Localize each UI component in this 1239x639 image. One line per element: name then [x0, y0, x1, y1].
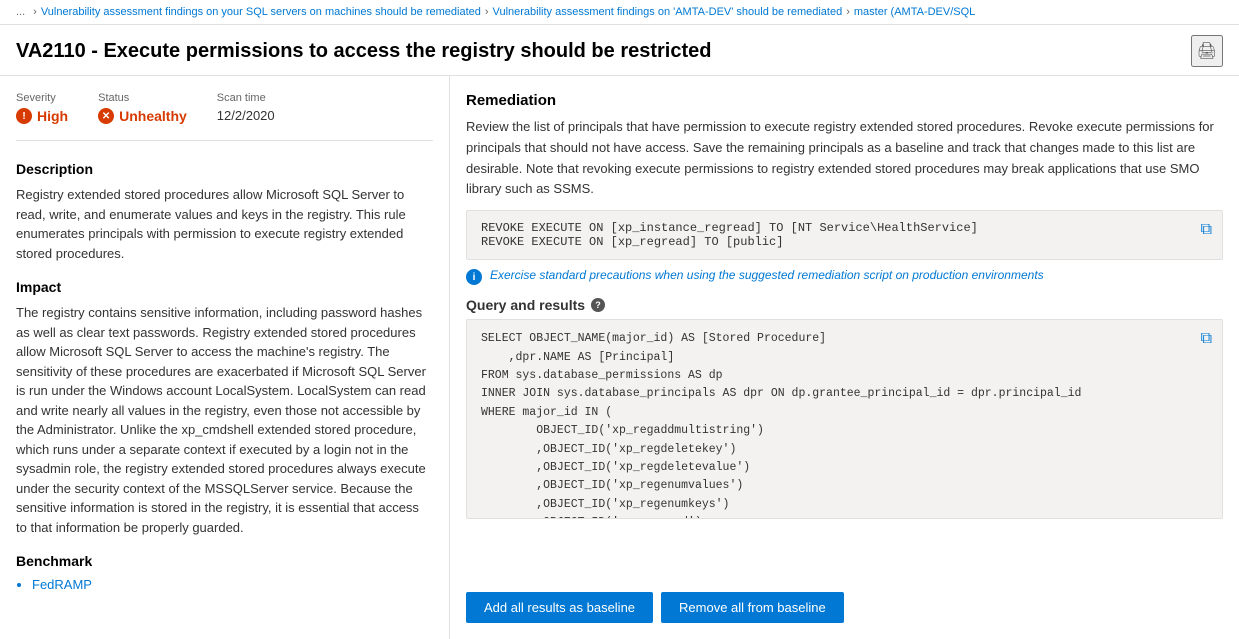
breadcrumb-item-1[interactable]: Vulnerability assessment findings on you… [41, 6, 481, 18]
benchmark-list: FedRAMP [16, 577, 433, 592]
severity-item: Severity ! High [16, 92, 68, 124]
status-icon: ✕ [98, 108, 114, 124]
breadcrumb-separator: › [33, 6, 37, 18]
query-code-block[interactable]: SELECT OBJECT_NAME(major_id) AS [Stored … [466, 319, 1223, 519]
remediation-text: Review the list of principals that have … [466, 117, 1223, 200]
add-baseline-button[interactable]: Add all results as baseline [466, 592, 653, 623]
benchmark-title: Benchmark [16, 553, 433, 569]
scan-time-value: 12/2/2020 [217, 108, 275, 123]
copy-remediation-button[interactable]: ⧉ [1199, 219, 1214, 241]
benchmark-item[interactable]: FedRAMP [32, 577, 433, 592]
breadcrumb-ellipsis[interactable]: ... [16, 6, 25, 18]
page-title: VA2110 - Execute permissions to access t… [16, 40, 1191, 63]
remediation-code: REVOKE EXECUTE ON [xp_instance_regread] … [481, 221, 1208, 249]
print-button[interactable]: 🖨 [1191, 35, 1223, 67]
button-row: Add all results as baseline Remove all f… [466, 592, 1223, 623]
remediation-section: Remediation Review the list of principal… [466, 92, 1223, 285]
query-code: SELECT OBJECT_NAME(major_id) AS [Stored … [481, 330, 1208, 519]
breadcrumb: ... › Vulnerability assessment findings … [0, 0, 1239, 25]
query-info-icon[interactable]: ? [591, 298, 605, 312]
severity-icon: ! [16, 108, 32, 124]
severity-label: Severity [16, 92, 68, 104]
status-item: Status ✕ Unhealthy [98, 92, 187, 124]
info-text: Exercise standard precautions when using… [490, 268, 1044, 282]
breadcrumb-item-3[interactable]: master (AMTA-DEV/SQL [854, 6, 975, 18]
left-panel: Severity ! High Status ✕ Unhealthy Scan … [0, 76, 450, 639]
query-title: Query and results ? [466, 297, 1223, 313]
scan-time-label: Scan time [217, 92, 275, 104]
code-line-2: REVOKE EXECUTE ON [xp_regread] TO [publi… [481, 235, 1172, 249]
impact-title: Impact [16, 279, 433, 295]
query-section: Query and results ? SELECT OBJECT_NAME(m… [466, 297, 1223, 570]
status-value: ✕ Unhealthy [98, 108, 187, 124]
description-title: Description [16, 161, 433, 177]
copy-query-button[interactable]: ⧉ [1199, 328, 1214, 350]
remediation-info-banner: i Exercise standard precautions when usi… [466, 268, 1223, 285]
right-panel: Remediation Review the list of principal… [450, 76, 1239, 639]
scan-time-item: Scan time 12/2/2020 [217, 92, 275, 124]
severity-value: ! High [16, 108, 68, 124]
code-line-1: REVOKE EXECUTE ON [xp_instance_regread] … [481, 221, 1172, 235]
info-icon: i [466, 269, 482, 285]
breadcrumb-item-2[interactable]: Vulnerability assessment findings on 'AM… [493, 6, 843, 18]
description-text: Registry extended stored procedures allo… [16, 185, 433, 263]
status-label: Status [98, 92, 187, 104]
content-area: Severity ! High Status ✕ Unhealthy Scan … [0, 76, 1239, 639]
meta-row: Severity ! High Status ✕ Unhealthy Scan … [16, 92, 433, 141]
remediation-title: Remediation [466, 92, 1223, 109]
impact-text: The registry contains sensitive informat… [16, 303, 433, 537]
remove-baseline-button[interactable]: Remove all from baseline [661, 592, 844, 623]
remediation-code-block: REVOKE EXECUTE ON [xp_instance_regread] … [466, 210, 1223, 260]
title-bar: VA2110 - Execute permissions to access t… [0, 25, 1239, 76]
